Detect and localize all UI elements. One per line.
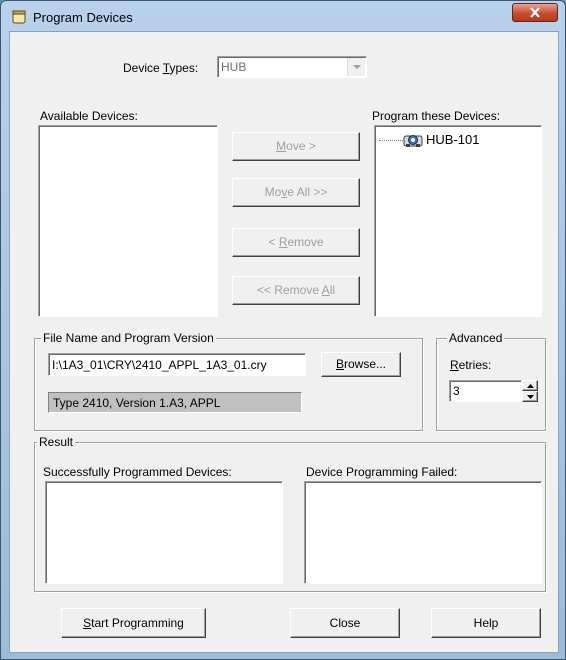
file-path-input[interactable]: I:\1A3_01\CRY\2410_APPL_1A3_01.cry	[48, 353, 306, 376]
failed-label: Device Programming Failed:	[306, 465, 458, 479]
title-bar[interactable]: Program Devices	[1, 1, 566, 31]
tree-item[interactable]: HUB-101	[379, 132, 529, 148]
program-devices-window: Program Devices Device Types: HUB Availa…	[0, 0, 566, 660]
chevron-down-icon	[527, 395, 534, 399]
spin-up-button[interactable]	[522, 380, 538, 391]
advanced-group-legend: Advanced	[447, 331, 505, 345]
dropdown-button[interactable]	[347, 58, 365, 76]
help-button[interactable]: Help	[431, 608, 541, 638]
start-programming-button[interactable]: Start Programming	[61, 608, 206, 638]
browse-button[interactable]: Browse...	[321, 352, 401, 377]
dialog-client-area: Device Types: HUB Available Devices: Pro…	[9, 31, 559, 653]
file-path-value: I:\1A3_01\CRY\2410_APPL_1A3_01.cry	[52, 358, 267, 372]
retries-value: 3	[453, 384, 460, 398]
remove-all-button[interactable]: << Remove All	[232, 276, 360, 305]
device-types-value: HUB	[221, 60, 247, 74]
available-devices-list[interactable]	[38, 125, 218, 317]
result-group-legend: Result	[37, 435, 76, 449]
file-group-legend: File Name and Program Version	[41, 331, 216, 345]
tree-connector	[379, 140, 403, 141]
retries-spinner[interactable]	[522, 380, 538, 402]
success-label: Successfully Programmed Devices:	[43, 465, 232, 479]
hub-device-icon	[403, 135, 423, 147]
available-devices-label: Available Devices:	[40, 109, 138, 123]
remove-button[interactable]: < Remove	[232, 228, 360, 257]
program-version-field: Type 2410, Version 1.A3, APPL	[48, 392, 302, 413]
spin-down-button[interactable]	[522, 391, 538, 402]
window-icon	[12, 10, 26, 24]
success-devices-list[interactable]	[45, 481, 283, 584]
window-title: Program Devices	[33, 10, 133, 25]
close-window-button[interactable]	[512, 3, 558, 22]
move-all-button[interactable]: Move All >>	[232, 178, 360, 207]
move-button[interactable]: Move >	[232, 132, 360, 161]
program-devices-tree[interactable]: HUB-101	[374, 125, 542, 317]
close-icon	[530, 7, 540, 18]
chevron-down-icon	[353, 65, 361, 69]
program-devices-label: Program these Devices:	[372, 109, 501, 123]
chevron-up-icon	[527, 384, 534, 388]
close-button[interactable]: Close	[290, 608, 400, 638]
retries-input[interactable]: 3	[449, 380, 522, 402]
tree-item-label: HUB-101	[426, 132, 480, 147]
device-types-dropdown[interactable]: HUB	[217, 56, 367, 78]
program-version-value: Type 2410, Version 1.A3, APPL	[53, 396, 221, 410]
retries-label: Retries:	[450, 358, 492, 372]
device-types-label: Device Types:	[123, 61, 199, 75]
failed-devices-list[interactable]	[304, 481, 542, 584]
